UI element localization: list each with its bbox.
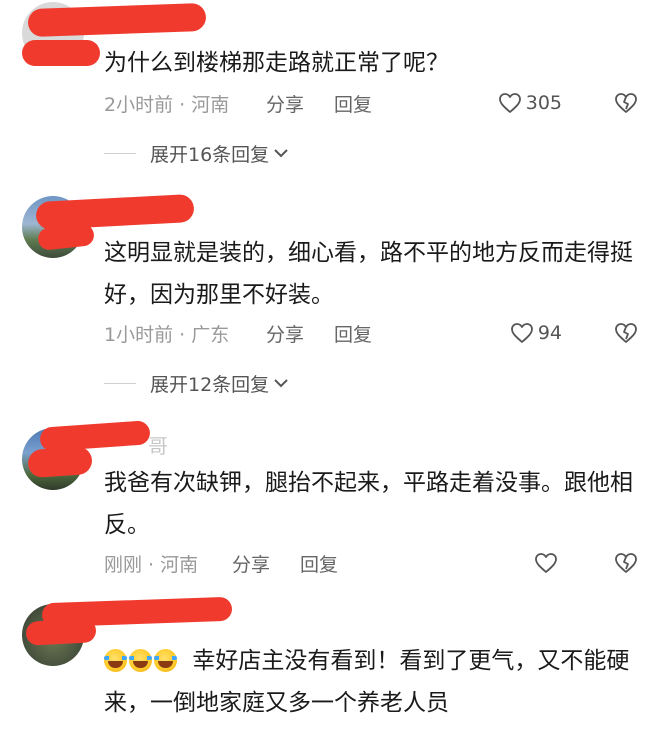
like-button[interactable] bbox=[534, 552, 562, 574]
reaction-group: 94 bbox=[510, 322, 638, 344]
time-location: 刚刚 · 河南 bbox=[104, 553, 199, 576]
reply-button[interactable]: 回复 bbox=[334, 90, 372, 117]
broken-heart-icon bbox=[615, 323, 637, 343]
heart-icon bbox=[498, 93, 521, 113]
share-button[interactable]: 分享 bbox=[266, 90, 304, 117]
redaction-mark bbox=[27, 445, 93, 479]
time-location: 2小时前 · 河南 bbox=[104, 93, 230, 116]
dislike-button[interactable] bbox=[614, 322, 638, 344]
comment-text: 幸好店主没有看到！看到了更气，又不能硬来，一倒地家庭又多一个养老人员 bbox=[104, 640, 634, 724]
redaction-mark bbox=[37, 223, 95, 251]
expand-replies-label: 展开12条回复 bbox=[150, 373, 270, 396]
comment-meta: 2小时前 · 河南 分享 回复 305 bbox=[104, 88, 638, 118]
heart-icon bbox=[535, 553, 557, 573]
share-button[interactable]: 分享 bbox=[266, 320, 304, 347]
expand-replies-button[interactable]: 展开16条回复 bbox=[104, 138, 289, 168]
like-button[interactable]: 305 bbox=[498, 92, 562, 114]
dislike-button[interactable] bbox=[614, 552, 638, 574]
chevron-down-icon bbox=[274, 379, 288, 388]
comment-text-content: 幸好店主没有看到！看到了更气，又不能硬来，一倒地家庭又多一个养老人员 bbox=[104, 648, 630, 716]
comment-text: 我爸有次缺钾，腿抬不起来，平路走着没事。跟他相反。 bbox=[104, 470, 633, 538]
divider bbox=[104, 382, 136, 384]
heart-icon bbox=[510, 323, 533, 343]
comment-meta: 刚刚 · 河南 分享 回复 bbox=[104, 548, 638, 578]
like-count: 305 bbox=[525, 92, 562, 114]
laughing-crying-emoji bbox=[104, 648, 179, 674]
chevron-down-icon bbox=[274, 149, 288, 158]
username-fragment: 哥 bbox=[148, 434, 168, 458]
like-button[interactable]: 94 bbox=[510, 322, 562, 344]
redaction-mark bbox=[25, 618, 97, 646]
expand-replies-label: 展开16条回复 bbox=[150, 143, 270, 166]
broken-heart-icon bbox=[615, 93, 637, 113]
reply-button[interactable]: 回复 bbox=[334, 320, 372, 347]
time-location: 1小时前 · 广东 bbox=[104, 323, 230, 346]
redaction-mark bbox=[22, 40, 100, 66]
comment-text: 为什么到楼梯那走路就正常了呢？ bbox=[104, 50, 449, 76]
like-count: 94 bbox=[537, 322, 562, 344]
divider bbox=[104, 152, 136, 154]
reaction-group: 305 bbox=[498, 92, 638, 114]
broken-heart-icon bbox=[615, 553, 637, 573]
redaction-mark bbox=[39, 420, 151, 452]
reply-button[interactable]: 回复 bbox=[300, 550, 338, 577]
expand-replies-button[interactable]: 展开12条回复 bbox=[104, 368, 289, 398]
comment-text: 这明显就是装的，细心看，路不平的地方反而走得挺好，因为那里不好装。 bbox=[104, 240, 633, 308]
comment-meta: 1小时前 · 广东 分享 回复 94 bbox=[104, 318, 638, 348]
share-button[interactable]: 分享 bbox=[232, 550, 270, 577]
dislike-button[interactable] bbox=[614, 92, 638, 114]
reaction-group bbox=[534, 552, 638, 574]
redaction-mark bbox=[27, 2, 207, 38]
